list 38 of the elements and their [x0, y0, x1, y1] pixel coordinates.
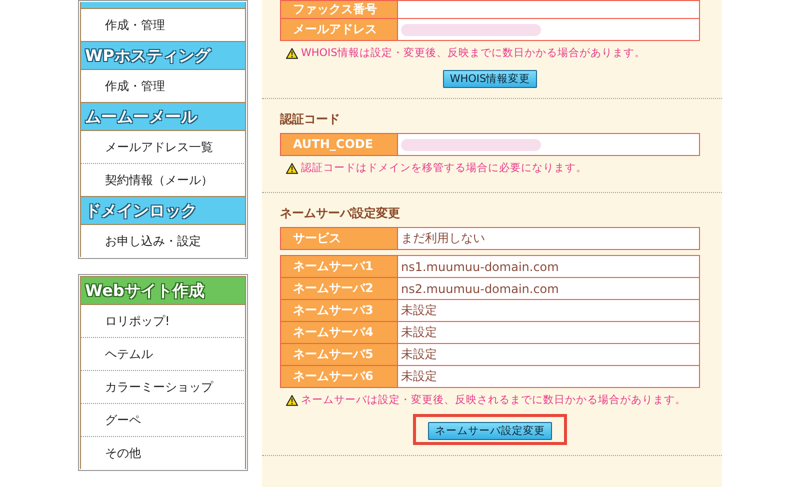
notice-text: 認証コードはドメインを移管する場合に必要になります。: [301, 161, 587, 175]
table-label: ネームサーバ5: [281, 344, 398, 365]
change-button[interactable]: ネームサーバ設定変更: [428, 422, 552, 440]
sidebar-link[interactable]: メールアドレス一覧: [80, 131, 246, 163]
table-label: AUTH_CODE: [281, 134, 398, 155]
table-label: メールアドレス: [281, 19, 398, 40]
table-value: ns2.muumuu-domain.com: [401, 282, 559, 296]
sidebar-group-header: WPホスティング: [80, 41, 246, 70]
sidebar-group-header: ドメインロック: [80, 196, 246, 225]
table-label: ネームサーバ2: [281, 278, 398, 299]
sidebar-link[interactable]: お申し込み・設定: [80, 225, 246, 257]
table-label: ネームサーバ1: [281, 256, 398, 277]
table-value: 未設定: [401, 324, 437, 341]
sidebar-link[interactable]: カラーミーショップ: [80, 370, 246, 403]
table-value: 未設定: [401, 346, 437, 363]
sidebar-link[interactable]: グーペ: [80, 403, 246, 436]
sidebar-group-header: Webサイト作成: [80, 276, 246, 305]
change-button[interactable]: WHOIS情報変更: [442, 70, 538, 88]
table-value: 未設定: [401, 302, 437, 319]
sidebar-link[interactable]: ロリポップ!: [80, 305, 246, 337]
notice-text: WHOIS情報は設定・変更後、反映までに数日かかる場合があります。: [301, 46, 646, 60]
section-heading: 認証コード: [280, 111, 341, 128]
table-value: まだ利用しない: [401, 230, 485, 247]
section-heading: ネームサーバ設定変更: [280, 205, 401, 222]
table-value: ns1.muumuu-domain.com: [401, 260, 559, 274]
table-label: ファックス番号: [281, 1, 398, 18]
table-label: サービス: [281, 228, 398, 249]
table-label: ネームサーバ3: [281, 300, 398, 321]
sidebar-group-header: ムームーメール: [80, 102, 246, 131]
warning-icon: [286, 162, 298, 174]
table-label: ネームサーバ6: [281, 366, 398, 387]
sidebar-link[interactable]: その他: [80, 436, 246, 469]
warning-icon: [286, 394, 298, 406]
table-value: 未設定: [401, 368, 437, 385]
table-label: ネームサーバ4: [281, 322, 398, 343]
notice-text: ネームサーバは設定・変更後、反映されるまでに数日かかる場合があります。: [301, 393, 686, 407]
sidebar-link[interactable]: ヘテムル: [80, 337, 246, 370]
warning-icon: [286, 48, 298, 58]
